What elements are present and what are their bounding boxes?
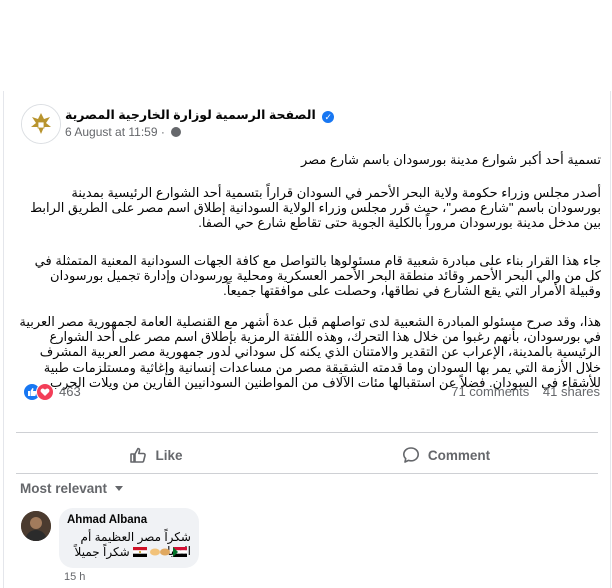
comment-bubble: Ahmad Albana شكراً مصر العظيمة أم الدنيا… (59, 508, 199, 568)
reaction-count[interactable]: 463 (59, 384, 81, 399)
person-silhouette-icon (21, 511, 51, 541)
comments-count[interactable]: 71 comments (451, 384, 529, 399)
thumbs-up-icon (130, 447, 147, 463)
page-avatar[interactable] (21, 104, 61, 144)
comment-emoji-flags-icon (133, 546, 191, 560)
comment-bubble-icon (402, 447, 419, 463)
post-paragraph-2: جاء هذا القرار بناء على مبادرة شعبية قام… (34, 253, 601, 299)
comment-sort-label: Most relevant (20, 481, 108, 496)
comment-button[interactable]: Comment (356, 437, 536, 473)
post-header: ✓ الصفحة الرسمية لوزارة الخارجية المصرية… (21, 104, 600, 144)
comment-author[interactable]: Ahmad Albana (67, 514, 147, 526)
post-card: ✓ الصفحة الرسمية لوزارة الخارجية المصرية… (3, 91, 611, 588)
post-paragraph-1: أصدر مجلس وزراء حكومة ولاية البحر الأحمر… (30, 185, 601, 231)
chevron-down-icon (114, 486, 123, 491)
like-button[interactable]: Like (76, 437, 236, 473)
divider-bottom (16, 473, 598, 474)
post-actions: Like Comment (16, 437, 598, 473)
comment-author-avatar[interactable] (21, 511, 51, 541)
verified-badge-icon: ✓ (322, 111, 335, 123)
globe-icon (171, 127, 182, 137)
separator-dot: · (160, 125, 169, 139)
post-stats: 71 comments 41 shares (441, 384, 600, 399)
divider-top (16, 432, 598, 433)
comment-text-line-2-words: شكراً جميلاً (74, 545, 130, 559)
comment-timestamp[interactable]: 15 h (64, 571, 85, 583)
shares-count[interactable]: 41 shares (543, 384, 600, 399)
comment-button-label: Comment (427, 447, 491, 463)
page-name[interactable]: الصفحة الرسمية لوزارة الخارجية المصرية (65, 108, 316, 122)
love-reaction-icon (36, 383, 54, 401)
eagle-emblem-icon (22, 105, 60, 143)
post-timestamp[interactable]: 6 August at 11:59 (65, 125, 158, 139)
comment-sort-dropdown[interactable]: Most relevant (20, 481, 123, 496)
post-meta: 6 August at 11:59 · (65, 125, 182, 139)
page-name-row[interactable]: ✓ الصفحة الرسمية لوزارة الخارجية المصرية (65, 107, 335, 123)
post-title: تسمية أحد أكبر شوارع مدينة بورسودان باسم… (300, 152, 601, 167)
post-paragraph-3: هذا، وقد صرح مسئولو المبادرة الشعبية لدى… (19, 314, 601, 390)
comment-text-line-2: شكراً جميلاً (75, 545, 191, 560)
like-button-label: Like (155, 447, 183, 463)
